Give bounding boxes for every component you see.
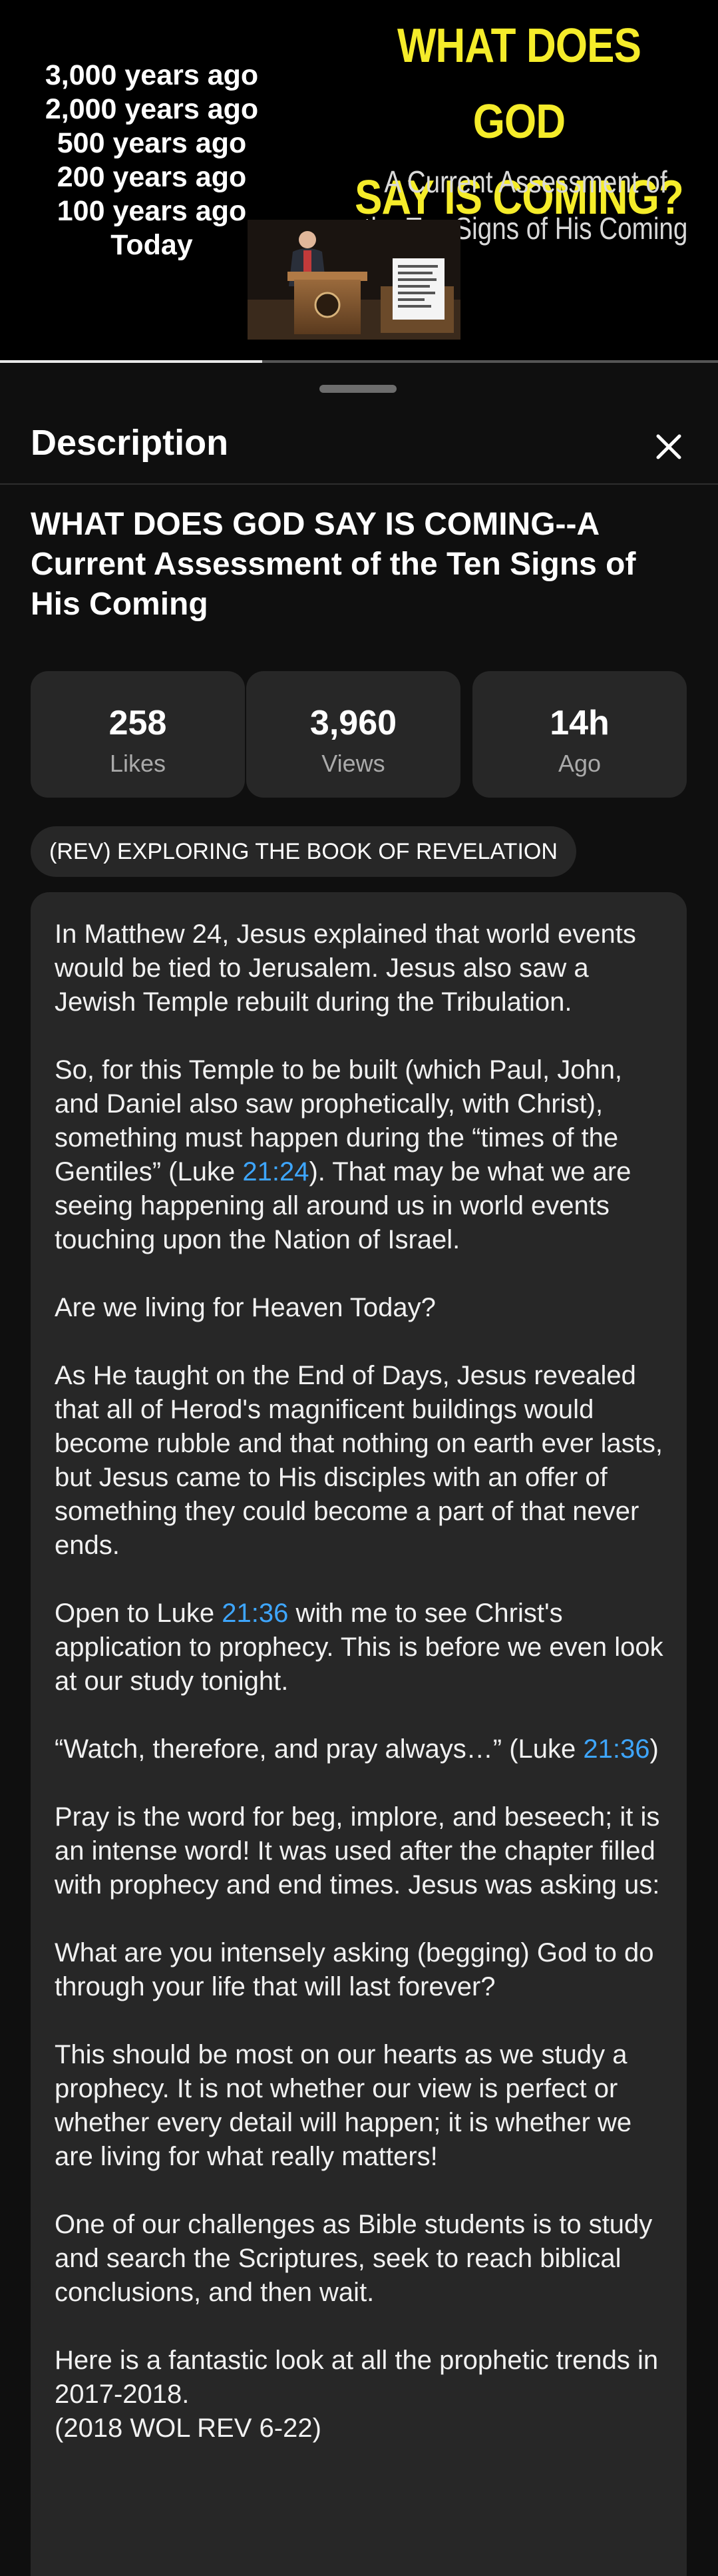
- views-label: Views: [321, 750, 385, 777]
- description-paragraph: One of our challenges as Bible students …: [55, 2210, 653, 2307]
- timestamp-link[interactable]: 21:36: [583, 1734, 649, 1764]
- thumbnail-timeline: 3,000 years ago 2,000 years ago 500 year…: [19, 59, 285, 262]
- sheet-header: Description: [0, 402, 718, 485]
- timeline-item: Today: [110, 229, 193, 261]
- timeline-item: 2,000 years ago: [45, 93, 259, 125]
- timeline-item: 200 years ago: [57, 161, 247, 193]
- upload-time-stat: 14h Ago: [472, 671, 687, 798]
- description-paragraph: This should be most on our hearts as we …: [55, 2040, 632, 2171]
- sheet-title: Description: [31, 423, 229, 463]
- likes-stat: 258 Likes: [31, 671, 245, 798]
- video-title: WHAT DOES GOD SAY IS COMING--A Current A…: [31, 507, 636, 622]
- timeline-item: 500 years ago: [57, 127, 247, 159]
- likes-label: Likes: [109, 750, 166, 777]
- playlist-chip[interactable]: (REV) EXPLORING THE BOOK OF REVELATION: [31, 826, 576, 877]
- timestamp-link[interactable]: 21:24: [242, 1157, 309, 1186]
- description-box: In Matthew 24, Jesus explained that worl…: [31, 892, 687, 2576]
- timestamp-link[interactable]: 21:36: [222, 1599, 288, 1628]
- description-text-run: Here is a fantastic look at all the prop…: [55, 2346, 659, 2409]
- speaker-image: [248, 220, 460, 340]
- thumbnail-title-line: WHAT DOES GOD: [397, 19, 641, 148]
- description-paragraph: “Watch, therefore, and pray always…” (Lu…: [55, 1732, 673, 1766]
- description-text-run: (2018 WOL REV 6-22): [55, 2414, 321, 2443]
- description-text-run: “Watch, therefore, and pray always…” (Lu…: [55, 1734, 584, 1764]
- timeline-item: 100 years ago: [57, 195, 247, 227]
- timeline-item: 3,000 years ago: [45, 59, 259, 91]
- close-icon[interactable]: [645, 423, 692, 470]
- description-text-run: Open to Luke: [55, 1599, 222, 1628]
- description-sheet: Description WHAT DOES GOD SAY IS COMING-…: [0, 365, 718, 2576]
- description-paragraph: Are we living for Heaven Today?: [55, 1293, 436, 1322]
- progress-bar-fill: [0, 360, 262, 363]
- description-paragraph: Open to Luke 21:36 with me to see Christ…: [55, 1597, 673, 1698]
- likes-count: 258: [108, 704, 167, 742]
- description-paragraph: So, for this Temple to be built (which P…: [55, 1053, 673, 1257]
- description-paragraph: What are you intensely asking (begging) …: [55, 1938, 654, 2001]
- description-paragraph: Pray is the word for beg, implore, and b…: [55, 1802, 660, 1900]
- upload-time-value: 14h: [550, 704, 610, 742]
- views-count: 3,960: [309, 704, 397, 742]
- description-text: In Matthew 24, Jesus explained that worl…: [55, 917, 673, 2446]
- upload-time-label: Ago: [558, 750, 602, 777]
- drag-handle[interactable]: [319, 385, 397, 393]
- views-stat: 3,960 Views: [246, 671, 460, 798]
- description-text-run: ): [649, 1734, 659, 1764]
- description-paragraph: As He taught on the End of Days, Jesus r…: [55, 1361, 663, 1560]
- description-paragraph: In Matthew 24, Jesus explained that worl…: [55, 919, 636, 1017]
- progress-bar[interactable]: [0, 360, 718, 363]
- description-paragraph: Here is a fantastic look at all the prop…: [55, 2344, 673, 2446]
- video-player[interactable]: 3,000 years ago 2,000 years ago 500 year…: [0, 0, 718, 363]
- stats-row: 258 Likes 3,960 Views 14h Ago: [31, 671, 687, 798]
